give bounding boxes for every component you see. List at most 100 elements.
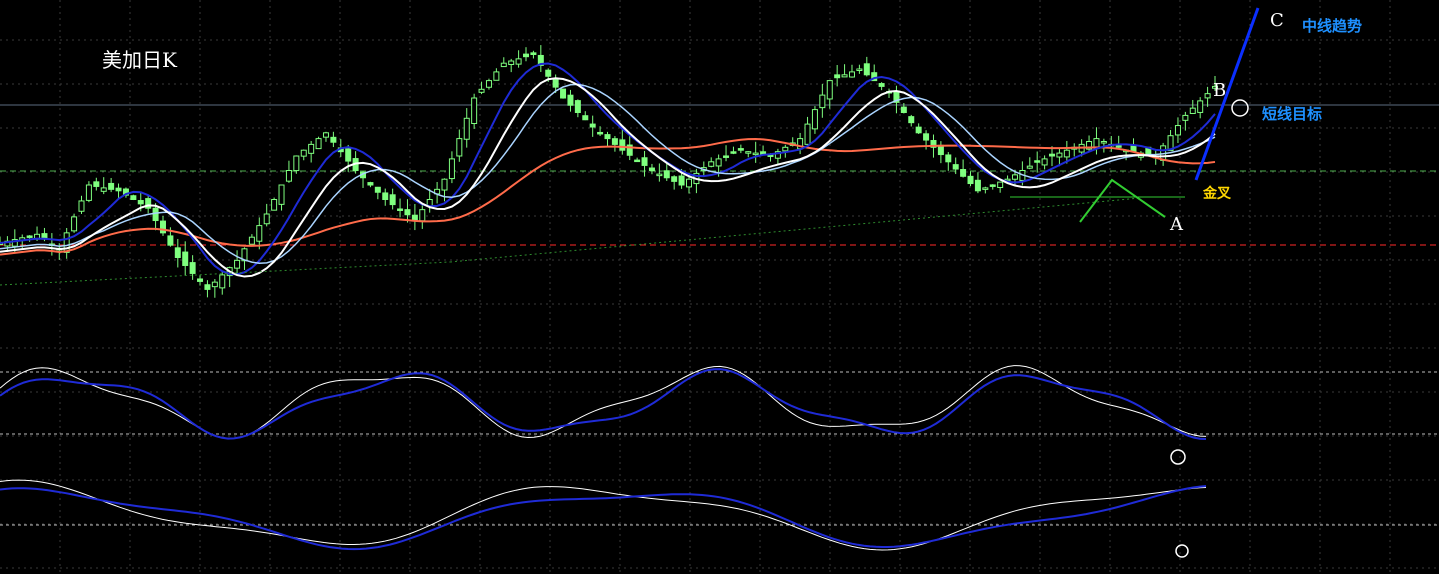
candle-body (530, 52, 537, 55)
candle-body (589, 123, 596, 128)
candle-body (863, 63, 870, 76)
candle-body (604, 134, 611, 140)
candle-body (478, 88, 485, 93)
candle-body (915, 126, 922, 134)
candle-body (1041, 158, 1048, 166)
chart-title: 美加日K (102, 48, 177, 72)
candle-body (715, 158, 722, 167)
candle-body (374, 186, 381, 193)
short-target-circle (1231, 99, 1249, 117)
candle-body (841, 74, 848, 78)
candle-body (93, 181, 100, 187)
candle-body (967, 175, 974, 185)
candle-body (330, 136, 337, 143)
candle-body (804, 123, 811, 145)
candle-body (900, 106, 907, 113)
candle-body (152, 207, 159, 222)
osc2-fast-line (0, 479, 1207, 551)
candle-body (908, 116, 915, 124)
candle-body (211, 281, 218, 288)
candle-body (611, 138, 618, 145)
candle-body (71, 216, 78, 232)
candle-body (834, 74, 841, 79)
candle-body (1063, 149, 1070, 158)
candle-body (597, 131, 604, 135)
candle-body (619, 139, 626, 151)
candle-body (997, 181, 1004, 189)
candle-body (574, 100, 581, 113)
candle-body (671, 176, 678, 182)
candle-body (560, 88, 567, 99)
candle-body (189, 262, 196, 274)
candle-body (441, 178, 448, 191)
candle-body (1204, 93, 1211, 99)
candle-body (663, 170, 670, 179)
candle-body (130, 195, 137, 200)
candle-body (285, 170, 292, 182)
candle-body (567, 94, 574, 106)
candle-body (419, 209, 426, 222)
candle-body (856, 68, 863, 71)
candle-body (634, 159, 641, 163)
candle-body (271, 199, 278, 211)
candle-body (1189, 107, 1196, 114)
candle-body (263, 213, 270, 225)
candle-body (708, 161, 715, 167)
candle-body (1115, 145, 1122, 148)
candle-body (463, 117, 470, 140)
candle-body (678, 175, 685, 186)
candle-body (500, 62, 507, 68)
candle-body (730, 151, 737, 154)
candle-body (278, 184, 285, 205)
candle-body (848, 71, 855, 78)
mid-trend-label: 中线趋势 (1302, 17, 1363, 35)
candle-body (108, 182, 115, 190)
annotation-b: B (1213, 80, 1227, 101)
candle-body (974, 179, 981, 192)
candle-body (523, 53, 530, 58)
candle-body (737, 148, 744, 151)
candle-body (137, 200, 144, 205)
candle-body (811, 109, 818, 130)
candle-body (945, 154, 952, 163)
candle-body (648, 167, 655, 171)
candle-body (1049, 153, 1056, 157)
candle-body (1182, 114, 1189, 121)
annotation-a: A (1170, 214, 1183, 235)
candle-body (1056, 152, 1063, 158)
candle-body (204, 284, 211, 290)
candle-body (322, 132, 329, 138)
candle-body (345, 148, 352, 162)
candle-body (159, 220, 166, 234)
candle-body (745, 151, 752, 154)
candle-body (26, 235, 33, 238)
candle-body (174, 247, 181, 258)
candle-body (982, 187, 989, 190)
candle-body (471, 97, 478, 124)
candle-body (115, 187, 122, 192)
candle-body (1026, 165, 1033, 169)
candle-body (315, 138, 322, 150)
candle-body (448, 158, 455, 180)
candle-body (182, 251, 189, 266)
candle-body (493, 71, 500, 81)
candle-body (1093, 138, 1100, 148)
candle-body (485, 80, 492, 88)
osc1-slow-line (0, 368, 1207, 440)
candle-body (456, 138, 463, 157)
candle-body (382, 192, 389, 200)
candle-body (582, 115, 589, 121)
candle-body (723, 155, 730, 158)
candle-body (1011, 174, 1018, 180)
trend-line-2 (449, 197, 1141, 263)
candle-body (545, 69, 552, 77)
candle-body (1197, 100, 1204, 113)
candle-body (819, 94, 826, 109)
candle-body (923, 133, 930, 141)
candle-body (878, 83, 885, 87)
candle-body (256, 225, 263, 242)
golden-cross-label: 金叉 (1203, 186, 1231, 202)
candle-body (308, 143, 315, 154)
candle-body (752, 152, 759, 156)
short-target-label: 短线目标 (1262, 105, 1323, 123)
